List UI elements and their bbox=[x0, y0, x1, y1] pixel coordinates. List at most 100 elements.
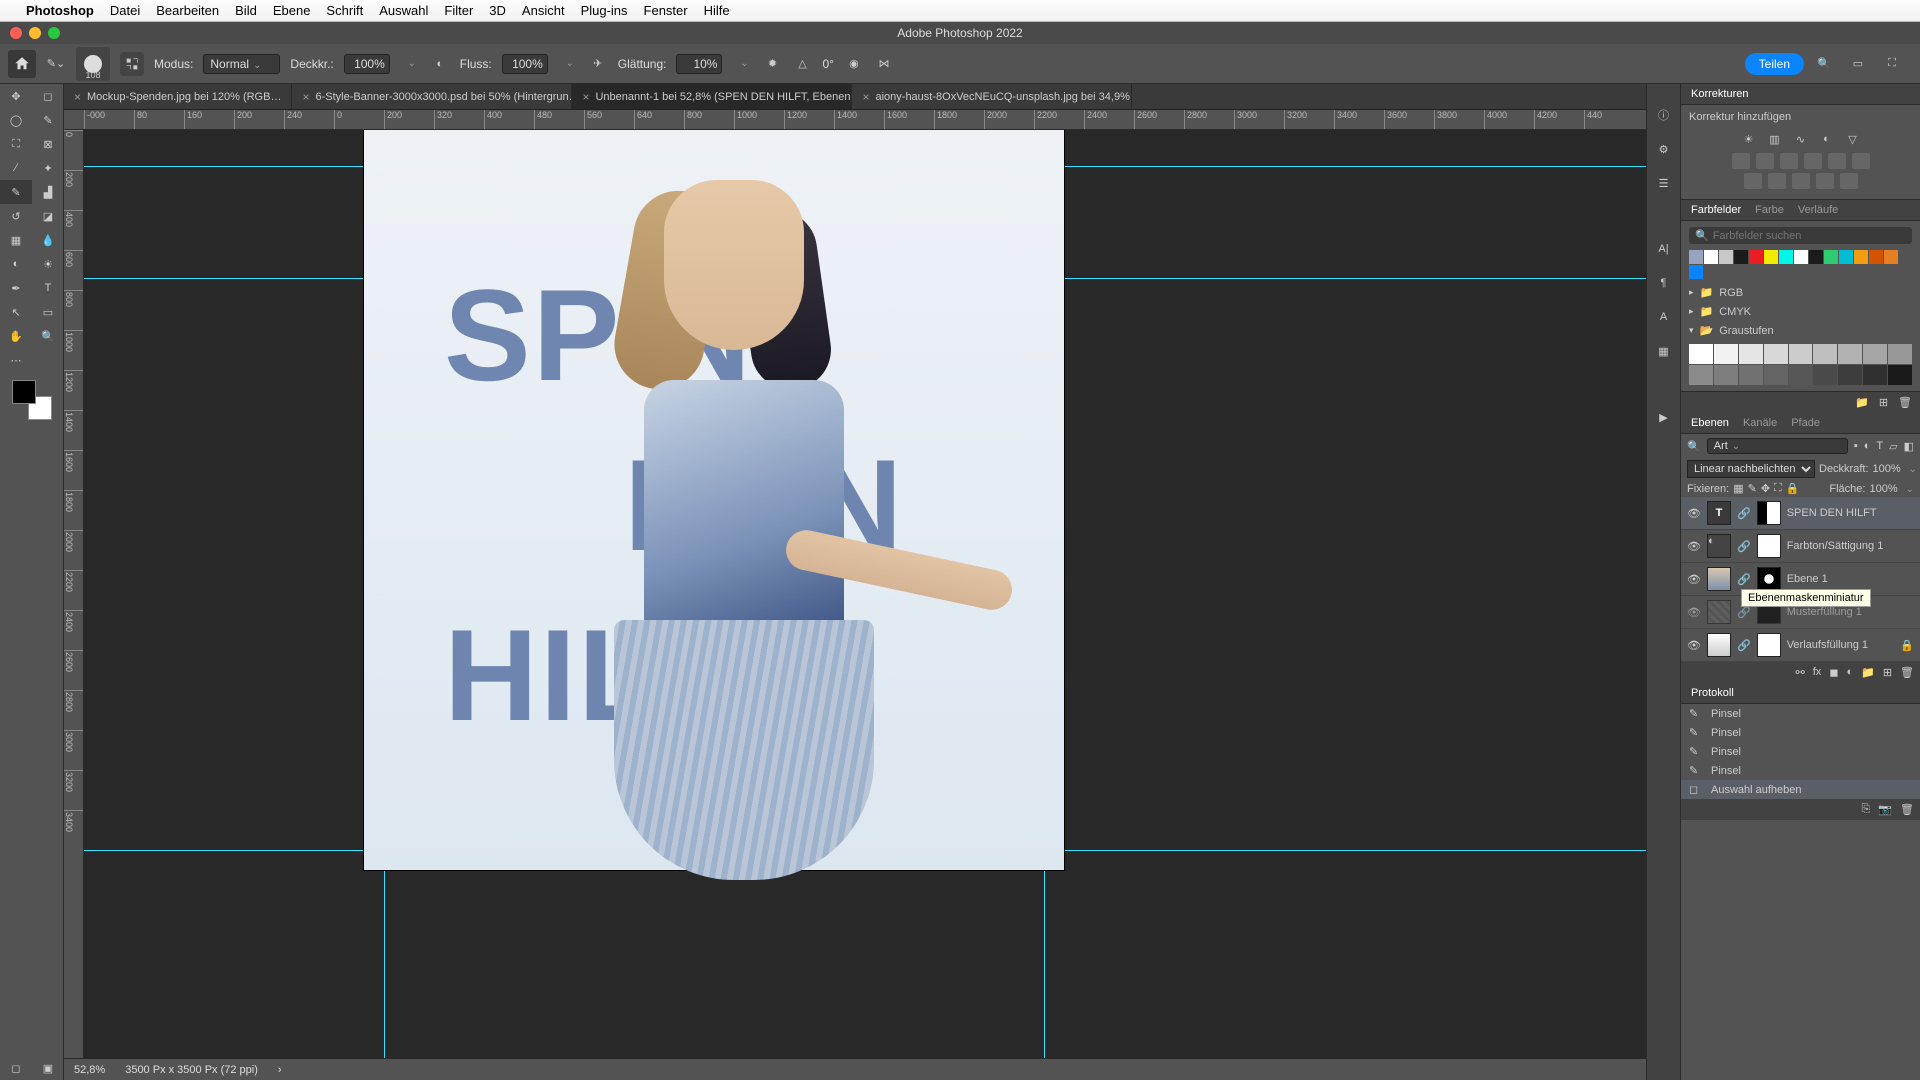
visibility-icon[interactable]: 👁 bbox=[1687, 606, 1701, 619]
history-camera-icon[interactable]: 📷 bbox=[1878, 803, 1892, 816]
layer-mask[interactable] bbox=[1757, 567, 1781, 591]
layer-thumb[interactable] bbox=[1707, 567, 1731, 591]
home-button[interactable] bbox=[8, 50, 36, 78]
swatch[interactable] bbox=[1689, 344, 1713, 364]
minimize-window[interactable] bbox=[29, 27, 41, 39]
swatch[interactable] bbox=[1739, 365, 1763, 385]
swatch[interactable] bbox=[1704, 250, 1718, 264]
share-button[interactable]: Teilen bbox=[1745, 53, 1804, 75]
adj-thresh-icon[interactable] bbox=[1792, 173, 1810, 189]
symmetry-icon[interactable]: ⋈ bbox=[874, 54, 894, 74]
lock-all-icon[interactable]: 🔒 bbox=[1786, 482, 1800, 495]
filter-adj-icon[interactable]: ◐ bbox=[1864, 440, 1871, 452]
lasso-tool[interactable]: ◯ bbox=[0, 108, 32, 132]
paths-tab[interactable]: Pfade bbox=[1791, 417, 1820, 429]
smoothing-options-icon[interactable]: ✹ bbox=[762, 54, 782, 74]
close-window[interactable] bbox=[10, 27, 22, 39]
history-item[interactable]: ✎Pinsel bbox=[1681, 761, 1920, 780]
new-layer-icon[interactable]: ⊞ bbox=[1883, 666, 1892, 679]
layer-text[interactable]: 👁 T 🔗 SPEN DEN HILFT bbox=[1681, 497, 1920, 530]
layer-kind-filter[interactable]: Art bbox=[1707, 438, 1848, 454]
adjustment-layer-icon[interactable]: ◐ bbox=[1846, 666, 1853, 679]
filter-type-icon[interactable]: T bbox=[1876, 440, 1883, 452]
menu-edit[interactable]: Bearbeiten bbox=[156, 3, 219, 18]
type-tool[interactable]: T bbox=[32, 276, 64, 300]
marquee-tool[interactable]: ◻ bbox=[32, 84, 64, 108]
close-icon[interactable]: × bbox=[582, 90, 589, 104]
adj-map-icon[interactable] bbox=[1852, 153, 1870, 169]
adj-bw-icon[interactable] bbox=[1756, 153, 1774, 169]
swatches-tab[interactable]: Farbfelder bbox=[1691, 204, 1741, 216]
swatch[interactable] bbox=[1789, 365, 1813, 385]
hand-tool[interactable]: ✋ bbox=[0, 324, 32, 348]
opacity-dropdown[interactable] bbox=[400, 54, 420, 74]
blend-mode-select[interactable]: Linear nachbelichten bbox=[1687, 460, 1815, 478]
layers-tab[interactable]: Ebenen bbox=[1691, 417, 1729, 429]
screen-mode-tool[interactable]: ▣ bbox=[32, 1056, 64, 1080]
adj-poster-icon[interactable] bbox=[1768, 173, 1786, 189]
zoom-window[interactable] bbox=[48, 27, 60, 39]
lock-paint-icon[interactable]: ✎ bbox=[1748, 482, 1757, 495]
swatch[interactable] bbox=[1714, 344, 1738, 364]
zoom-level[interactable]: 52,8% bbox=[74, 1064, 105, 1076]
quick-mask-tool[interactable]: ◻ bbox=[0, 1056, 32, 1080]
pressure-opacity-icon[interactable]: ◐ bbox=[430, 54, 450, 74]
adjustments-panel-header[interactable]: Korrekturen bbox=[1681, 84, 1920, 105]
close-icon[interactable]: × bbox=[74, 90, 81, 104]
airbrush-icon[interactable]: ✈ bbox=[588, 54, 608, 74]
fx-icon[interactable]: fx bbox=[1813, 666, 1822, 679]
swatch-trash-icon[interactable]: 🗑 bbox=[1898, 396, 1912, 409]
visibility-icon[interactable]: 👁 bbox=[1687, 540, 1701, 553]
doc-tab-0[interactable]: ×Mockup-Spenden.jpg bei 120% (RGB… bbox=[64, 84, 292, 109]
group-icon[interactable]: 📁 bbox=[1861, 666, 1875, 679]
history-snapshot-icon[interactable]: ⎘ bbox=[1862, 803, 1871, 816]
layer-hue[interactable]: 👁 ◐ 🔗 Farbton/Sättigung 1 bbox=[1681, 530, 1920, 563]
swatch[interactable] bbox=[1689, 250, 1703, 264]
swatch[interactable] bbox=[1794, 250, 1808, 264]
workspace-switcher-icon[interactable]: ▭ bbox=[1848, 54, 1868, 74]
history-brush-tool[interactable]: ↺ bbox=[0, 204, 32, 228]
doc-info[interactable]: 3500 Px x 3500 Px (72 ppi) bbox=[125, 1064, 258, 1076]
menu-filter[interactable]: Filter bbox=[444, 3, 473, 18]
folder-cmyk[interactable]: ▸📁CMYK bbox=[1689, 302, 1912, 321]
layer-opacity[interactable]: 100% bbox=[1873, 463, 1901, 475]
lock-pos-icon[interactable]: ✥ bbox=[1761, 482, 1770, 495]
layer-fill[interactable]: 100% bbox=[1869, 483, 1897, 495]
filter-shape-icon[interactable]: ▱ bbox=[1889, 440, 1897, 453]
history-item[interactable]: ✎Pinsel bbox=[1681, 742, 1920, 761]
screen-mode-icon[interactable]: ⛶ bbox=[1882, 54, 1902, 74]
menu-type[interactable]: Schrift bbox=[326, 3, 363, 18]
layer-image[interactable]: 👁 🔗 Ebene 1 Ebenenmaskenminiatur bbox=[1681, 563, 1920, 596]
doc-tab-3[interactable]: ×aiony-haust-8OxVecNEuCQ-unsplash.jpg be… bbox=[852, 84, 1132, 109]
curves-icon[interactable]: ∿ bbox=[1791, 129, 1811, 149]
frame-tool[interactable]: ⊠ bbox=[32, 132, 64, 156]
swatch[interactable] bbox=[1838, 365, 1862, 385]
history-item[interactable]: ✎Pinsel bbox=[1681, 704, 1920, 723]
history-panel-header[interactable]: Protokoll bbox=[1681, 683, 1920, 704]
search-icon[interactable]: 🔍 bbox=[1814, 54, 1834, 74]
edit-toolbar[interactable]: ⋯ bbox=[0, 348, 32, 372]
move-tool[interactable]: ✥ bbox=[0, 84, 32, 108]
folder-gray[interactable]: ▾📂Graustufen bbox=[1689, 321, 1912, 340]
adjust-panel-icon[interactable]: ☰ bbox=[1653, 172, 1675, 194]
adj-invert-icon[interactable] bbox=[1744, 173, 1762, 189]
swatch[interactable] bbox=[1863, 365, 1887, 385]
pressure-size-icon[interactable]: ◉ bbox=[844, 54, 864, 74]
menu-layer[interactable]: Ebene bbox=[273, 3, 311, 18]
swatch[interactable] bbox=[1734, 250, 1748, 264]
pen-tool[interactable]: ✒ bbox=[0, 276, 32, 300]
color-swatches[interactable] bbox=[12, 380, 52, 420]
swatch[interactable] bbox=[1824, 250, 1838, 264]
flow-input[interactable]: 100% bbox=[502, 54, 548, 74]
swatch[interactable] bbox=[1764, 344, 1788, 364]
menu-select[interactable]: Auswahl bbox=[379, 3, 428, 18]
vibrance-icon[interactable]: ▽ bbox=[1843, 129, 1863, 149]
visibility-icon[interactable]: 👁 bbox=[1687, 639, 1701, 652]
stamp-tool[interactable]: ▟ bbox=[32, 180, 64, 204]
character-panel-icon[interactable]: A| bbox=[1653, 238, 1675, 260]
status-chevron-icon[interactable]: › bbox=[278, 1064, 282, 1076]
swatch[interactable] bbox=[1888, 344, 1912, 364]
history-item[interactable]: ◻Auswahl aufheben bbox=[1681, 780, 1920, 799]
gradients-tab[interactable]: Verläufe bbox=[1798, 204, 1838, 216]
play-panel-icon[interactable]: ▶ bbox=[1653, 406, 1675, 428]
